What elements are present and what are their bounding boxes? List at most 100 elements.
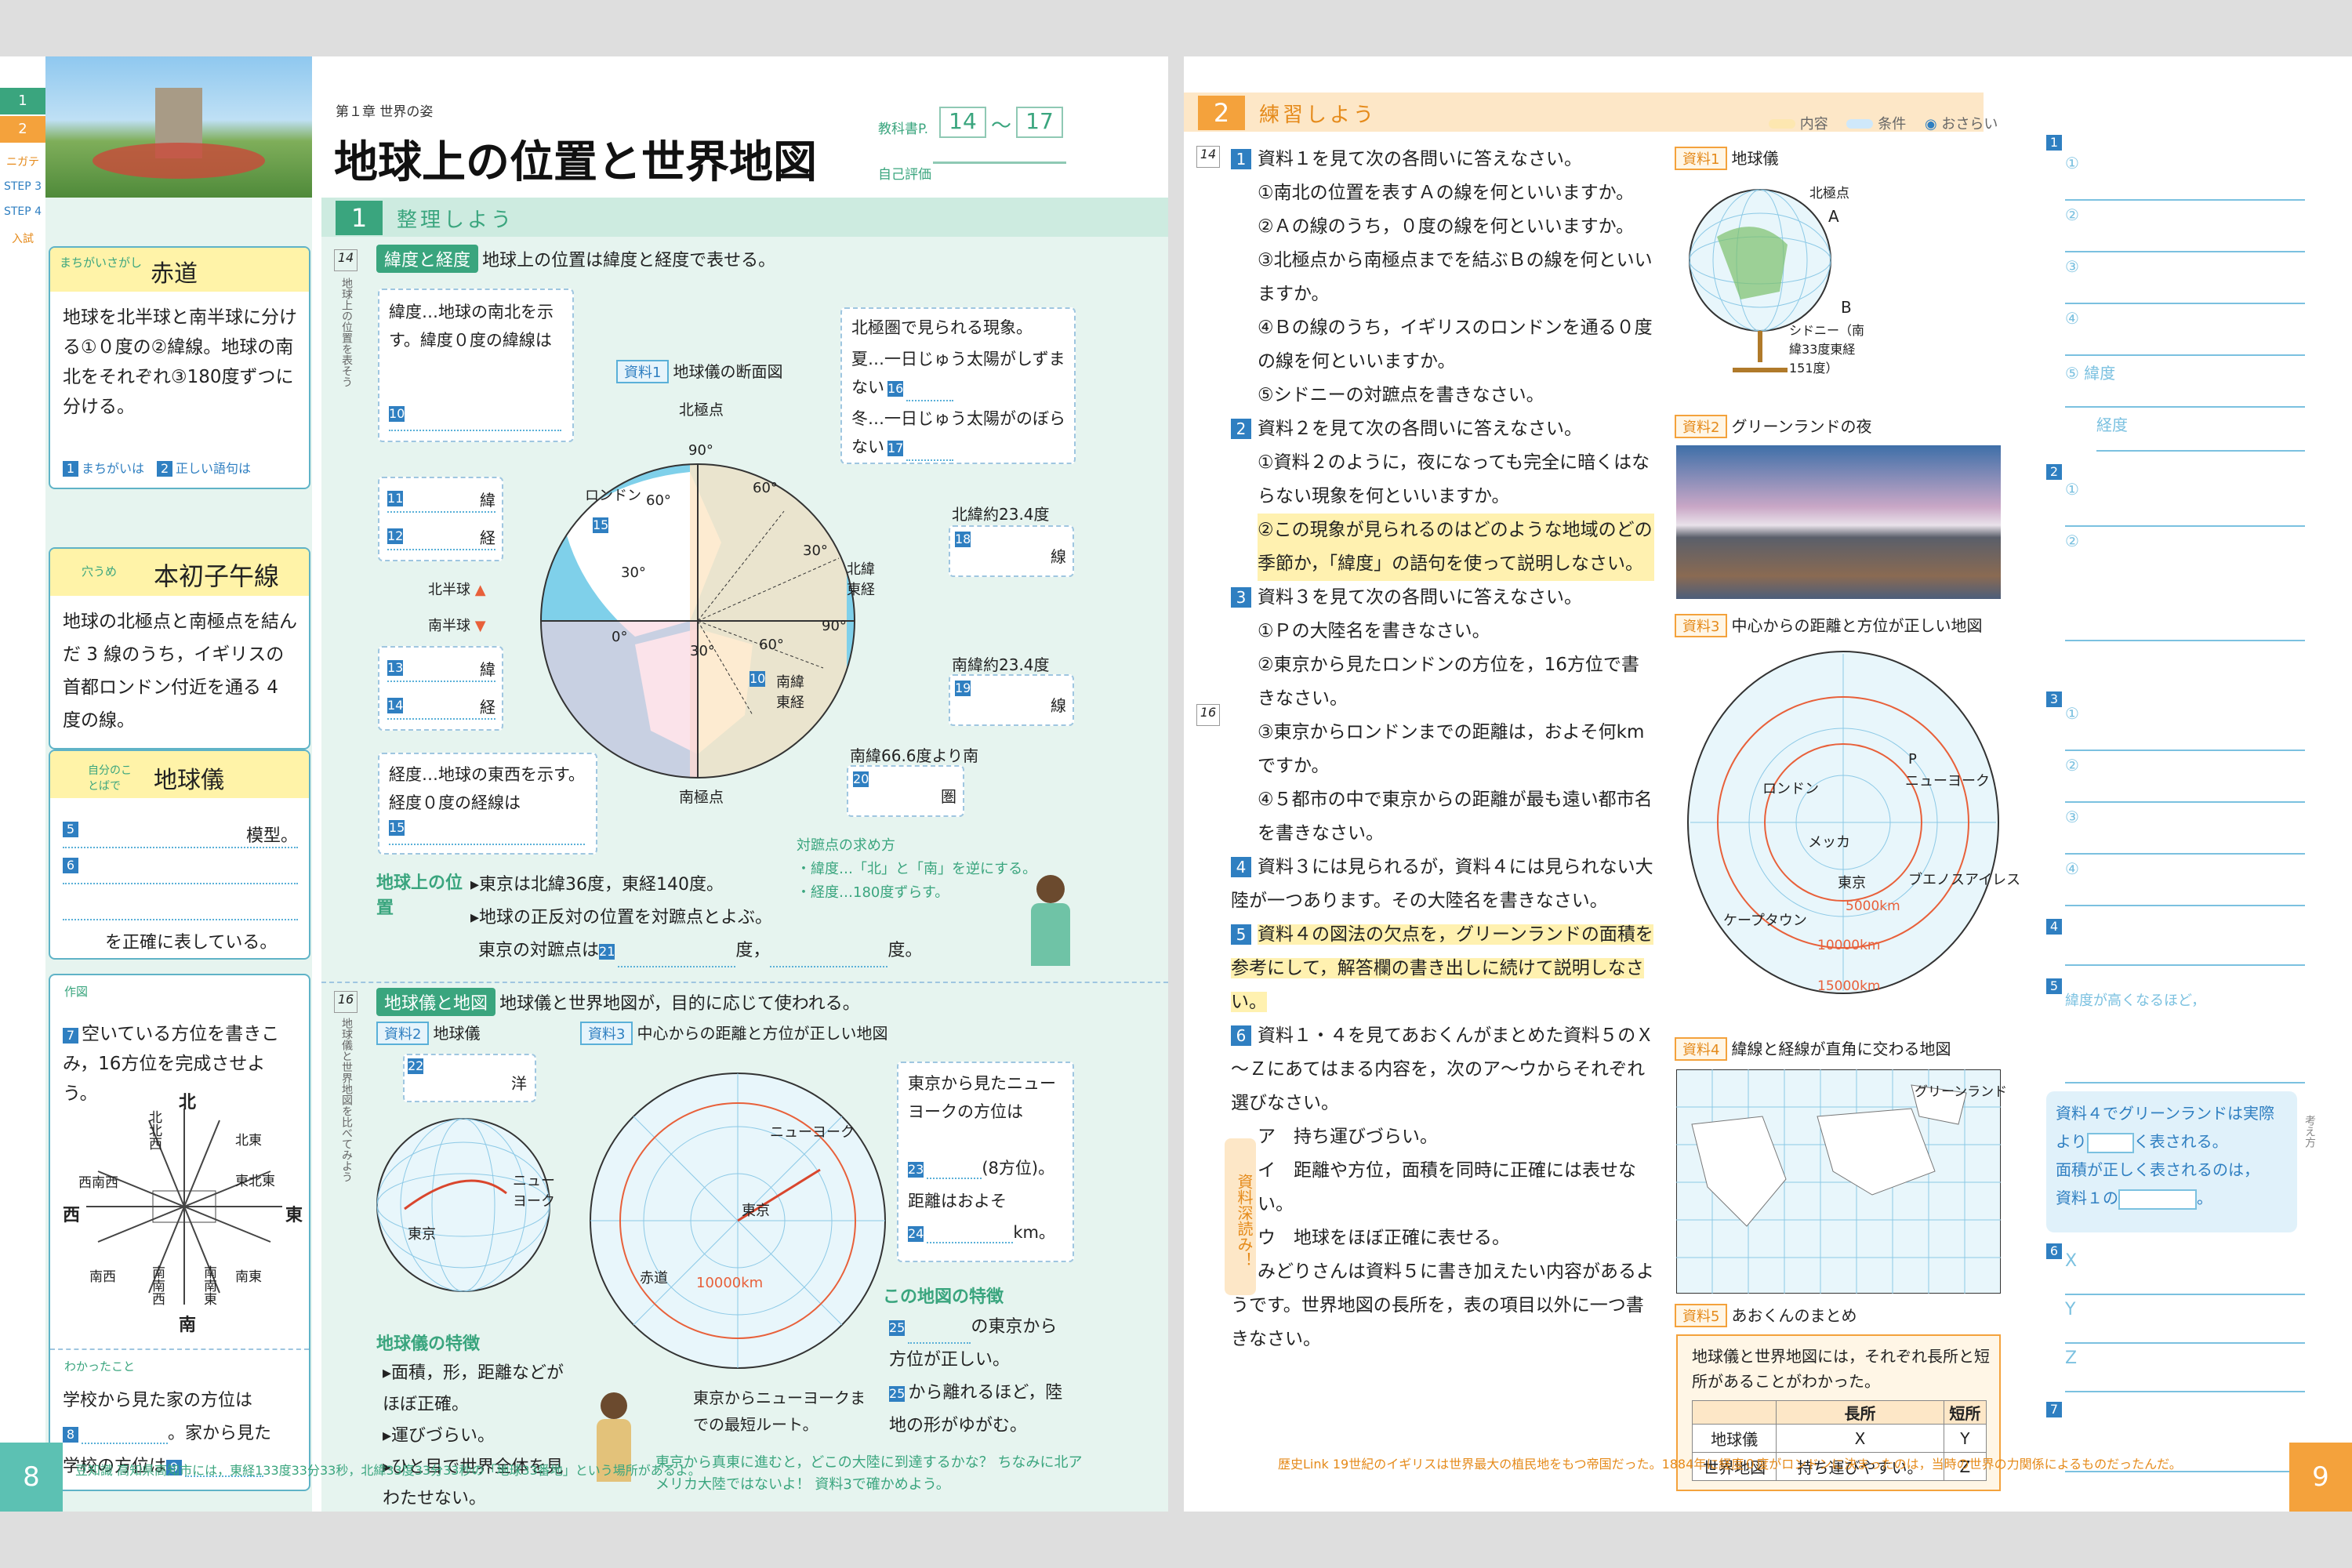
ans-4[interactable] — [2065, 927, 2305, 966]
ans-3-2[interactable]: ② — [2065, 756, 2305, 803]
compass-diagram[interactable] — [63, 1085, 306, 1328]
nigate-tab[interactable]: ニガテ — [0, 154, 45, 174]
answer-8[interactable] — [82, 1421, 168, 1444]
answer-21b[interactable] — [770, 944, 888, 967]
th-2: 短所 — [1943, 1400, 1987, 1425]
ny-box-row2: 24 km。 — [908, 1220, 1069, 1243]
answer-15[interactable]: 15 — [389, 820, 585, 845]
answer-14[interactable]: 14 経 — [387, 695, 495, 720]
az-equator: 赤道 — [640, 1270, 668, 1287]
td-0-2: Y — [1943, 1424, 1987, 1453]
lat-label-5: 60° — [759, 637, 784, 653]
hint-answer-1[interactable] — [2086, 1132, 2134, 1153]
answer-25a[interactable] — [908, 1320, 971, 1344]
answer-11[interactable]: 11 緯 — [387, 488, 495, 513]
ans-6-y[interactable]: Y — [2065, 1300, 2305, 1344]
box1-tag: まちがいさがし — [60, 256, 143, 270]
compass-s: 南 — [179, 1316, 197, 1335]
map-feat3: から離れるほど，陸地の形がゆがむ。 — [889, 1383, 1063, 1436]
legend1: まちがいは — [82, 461, 145, 476]
answer-line-6[interactable]: 6 — [63, 858, 298, 884]
ans-2-1[interactable]: ① — [2065, 480, 2305, 527]
ans-1-3[interactable]: ③ — [2065, 257, 2305, 304]
box-sakuzu: 作図 7 空いている方位を書きこみ，16方位を完成させよう。 北 南 東 西 北北… — [49, 974, 310, 1491]
compass-ne: 北東 — [235, 1133, 262, 1149]
taisho-title: 対蹠点の求め方 — [797, 837, 895, 854]
ans-1-4[interactable]: ④ — [2065, 309, 2305, 356]
sr2-tag: 資料2 — [1675, 415, 1728, 438]
sr1-title: 地球儀 — [1731, 149, 1779, 168]
line19: 線 — [1051, 696, 1066, 715]
map-feat-list: 25 の東京から 方位が正しい。 25 から離れるほど，陸地の形がゆがむ。 — [889, 1311, 1077, 1443]
self-eval-scale[interactable] — [933, 162, 1066, 180]
step2-tab[interactable]: 2 STEP — [0, 116, 45, 164]
hint-answer-2[interactable] — [2118, 1189, 2197, 1210]
ans-1-1[interactable]: ① — [2065, 154, 2305, 201]
answer-18-box[interactable]: 18 線 — [949, 525, 1074, 577]
answer-20-box[interactable]: 20 圏 — [847, 765, 964, 817]
answer-12[interactable]: 12 経 — [387, 525, 495, 550]
ans-3-3[interactable]: ③ — [2065, 808, 2305, 855]
compass-nnw: 北北西 — [146, 1110, 162, 1150]
answer-line-6b[interactable] — [63, 894, 298, 920]
ans-1-2[interactable]: ② — [2065, 205, 2305, 252]
shiryo2-label: 資料2 地球儀 — [376, 1021, 481, 1045]
answer-24[interactable] — [927, 1220, 1014, 1243]
ans-h4: 4 — [2046, 919, 2065, 935]
answer-16[interactable] — [906, 378, 954, 401]
step1-tab[interactable]: 1 STEP — [0, 88, 45, 136]
lat11: 緯 — [480, 491, 495, 510]
step4-tab[interactable]: STEP 4 — [0, 205, 45, 226]
answer-21a[interactable] — [618, 944, 736, 967]
box2-header: 穴うめ 本初子午線 — [50, 549, 309, 596]
ichi-title-text: 地球上の位置 — [376, 873, 463, 918]
n-hemi-label: 北半球 — [428, 582, 470, 598]
box4-tag: 作図 — [64, 985, 89, 999]
ans-5[interactable]: 緯度が高くなるほど， — [2065, 989, 2305, 1083]
step3-tab[interactable]: STEP 3 — [0, 180, 45, 201]
ans-1-5b[interactable]: 経度 — [2096, 412, 2305, 452]
nyushi-tab[interactable]: 入試 — [0, 230, 45, 251]
compass-sse: 南南東 — [201, 1265, 216, 1305]
shiryo3-label: 資料3 中心からの距離と方位が正しい地図 — [580, 1021, 888, 1045]
teacher-illustration — [1027, 875, 1074, 969]
compass-sw: 南西 — [89, 1269, 116, 1285]
arctic-winter: 冬…一日じゅう太陽がのぼらない 17 — [851, 405, 1071, 461]
answer-23[interactable] — [927, 1156, 982, 1179]
step2-number: 2 — [1198, 96, 1245, 130]
sr1-north: 北極点 — [1809, 186, 1849, 201]
self-eval: 自己評価 — [878, 167, 931, 183]
th-1: 長所 — [1776, 1400, 1944, 1425]
ans-1-5[interactable]: ⑤ 緯度 — [2065, 361, 2305, 408]
q7-text: みどりさんは資料５に書き加えたい内容があるようです。世界地図の長所を，表の項目以… — [1231, 1261, 1654, 1349]
sec2-page: 16 — [334, 991, 358, 1013]
ans-3-1[interactable]: ① — [2065, 704, 2305, 751]
footer-right: 歴史Link 19世紀のイギリスは世界最大の植民地をもつ帝国だった。1884年に… — [1278, 1457, 2182, 1472]
step-heading: 整理しよう — [397, 209, 515, 232]
box3-line3: を正確に表している。 — [105, 933, 278, 953]
answer-13[interactable]: 13 緯 — [387, 657, 495, 682]
compass-w: 西 — [63, 1206, 81, 1225]
sr1-b: B — [1841, 298, 1852, 317]
q4: 4 資料３には見られるが，資料４には見られない大陸が一つあります。その大陸名を書き… — [1231, 857, 1653, 911]
shiryo2-title: 地球儀 — [433, 1024, 481, 1043]
s666: 南緯66.6度より南 — [850, 746, 979, 765]
lat-label-3: 0° — [612, 629, 628, 645]
answer-22-box[interactable]: 22 洋 — [403, 1054, 536, 1102]
ans-h1: 1 — [2046, 135, 2065, 151]
answer-line-5[interactable]: 5 模型。 — [63, 822, 298, 848]
ans-2-2[interactable]: ② — [2065, 532, 2305, 641]
ny-box3: 距離はおよそ — [908, 1192, 1007, 1210]
q1-item1: ①南北の位置を表すＡの線を何といいますか。 — [1258, 183, 1635, 203]
ans-6-z[interactable]: Z — [2065, 1348, 2305, 1392]
ans-3-4[interactable]: ④ — [2065, 859, 2305, 906]
sr2-title: グリーンランドの夜 — [1731, 417, 1872, 436]
arctic-summer-text: 夏…一日じゅう太陽がしずまない — [851, 350, 1065, 397]
answer-17[interactable] — [906, 437, 954, 461]
ans-6-x[interactable]: X — [2065, 1251, 2305, 1295]
answer-19-box[interactable]: 19 線 — [949, 674, 1074, 726]
lat-box-text: 緯度…地球の南北を示す。緯度０度の緯線は — [389, 303, 554, 350]
box-honshoshigosen: 穴うめ 本初子午線 地球の北極点と南極点を結んだ 3 線のうち，イギリスの首都ロ… — [49, 547, 310, 750]
q3-item2: ②東京から見たロンドンの方位を，16方位で書きなさい。 — [1258, 655, 1639, 709]
sr3-title: 中心からの距離と方位が正しい地図 — [1731, 616, 1983, 635]
